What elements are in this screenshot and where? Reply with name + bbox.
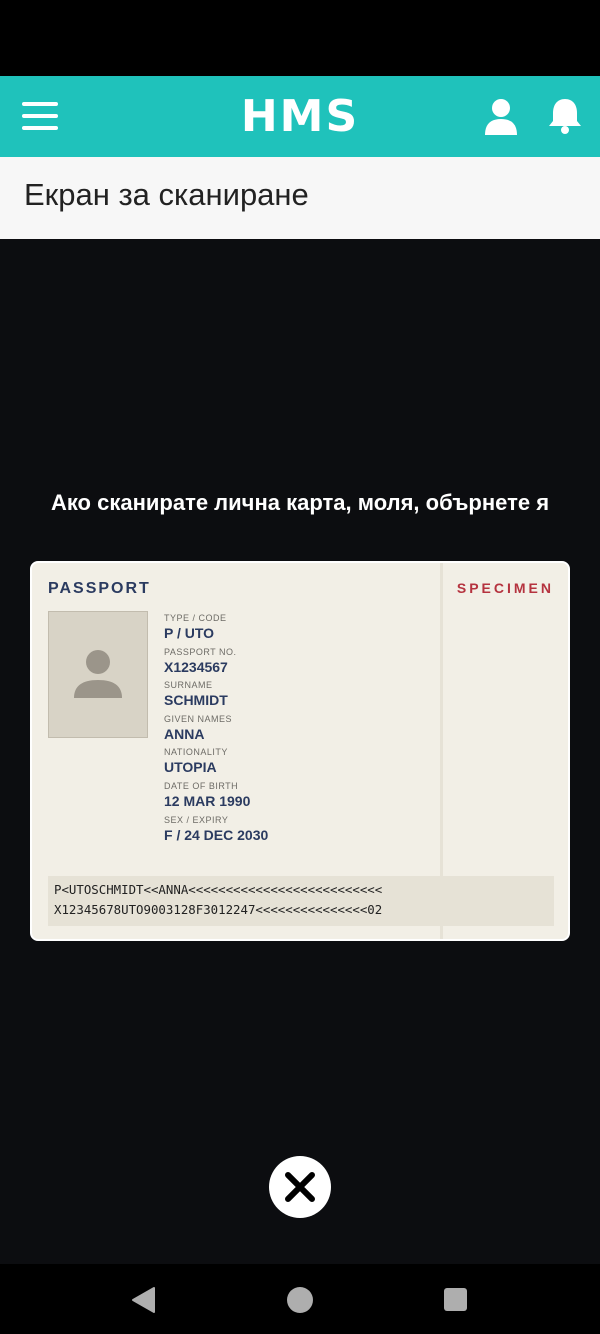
field-label: PASSPORT NO. (164, 646, 237, 657)
user-icon[interactable] (481, 97, 521, 137)
field-label: SURNAME (164, 680, 213, 691)
field-value: X1234567 (164, 658, 228, 675)
mrz-line-2: X12345678UTO9003128F3012247<<<<<<<<<<<<<… (54, 902, 383, 917)
field-sex-expiry: SEX / EXPIRY F / 24 DEC 2030 (164, 815, 424, 849)
field-type-code: TYPE / CODE P / UTO (164, 613, 424, 647)
field-nationality: NATIONALITY UTOPIA (164, 747, 424, 781)
scan-instruction: Ако сканирате лична карта, моля, обърнет… (50, 490, 550, 515)
status-bar (0, 0, 600, 76)
back-icon[interactable] (128, 1284, 160, 1316)
bell-icon[interactable] (545, 96, 585, 136)
page-header: Екран за сканиране (0, 157, 600, 239)
specimen-label: SPECIMEN (456, 580, 554, 596)
field-surname: SURNAME SCHMIDT (164, 680, 424, 714)
field-label: TYPE / CODE (164, 613, 227, 623)
recents-icon[interactable] (444, 1288, 467, 1311)
field-value: P / UTO (164, 625, 215, 641)
field-label: NATIONALITY (164, 747, 228, 758)
field-label: DATE OF BIRTH (164, 780, 239, 791)
machine-readable-zone: P<UTOSCHMIDT<<ANNA<<<<<<<<<<<<<<<<<<<<<<… (48, 876, 554, 926)
field-value: 12 MAR 1990 (164, 792, 251, 809)
field-value: SCHMIDT (164, 692, 228, 709)
field-given-names: GIVEN NAMES ANNA (164, 714, 424, 748)
close-scan-button[interactable] (269, 1156, 331, 1218)
passport-title: PASSPORT (48, 580, 151, 597)
passport-preview: PASSPORT SPECIMEN TYPE / CODE P / UTO PA… (30, 561, 570, 941)
passport-photo (48, 611, 148, 738)
page-title: Екран за сканиране (24, 177, 309, 212)
mrz-line-1: P<UTOSCHMIDT<<ANNA<<<<<<<<<<<<<<<<<<<<<<… (54, 882, 383, 897)
menu-icon[interactable] (22, 100, 60, 132)
field-passport-number: PASSPORT NO. X1234567 (164, 647, 424, 681)
home-icon[interactable] (287, 1287, 313, 1313)
field-value: ANNA (164, 725, 205, 742)
field-label: GIVEN NAMES (164, 713, 233, 724)
passport-fields: TYPE / CODE P / UTO PASSPORT NO. X123456… (164, 613, 424, 848)
field-value: UTOPIA (164, 759, 217, 776)
field-value: F / 24 DEC 2030 (164, 826, 269, 843)
field-label: SEX / EXPIRY (164, 814, 229, 825)
app-logo[interactable]: HMS (200, 91, 400, 143)
field-date-of-birth: DATE OF BIRTH 12 MAR 1990 (164, 781, 424, 815)
close-icon (285, 1172, 315, 1202)
